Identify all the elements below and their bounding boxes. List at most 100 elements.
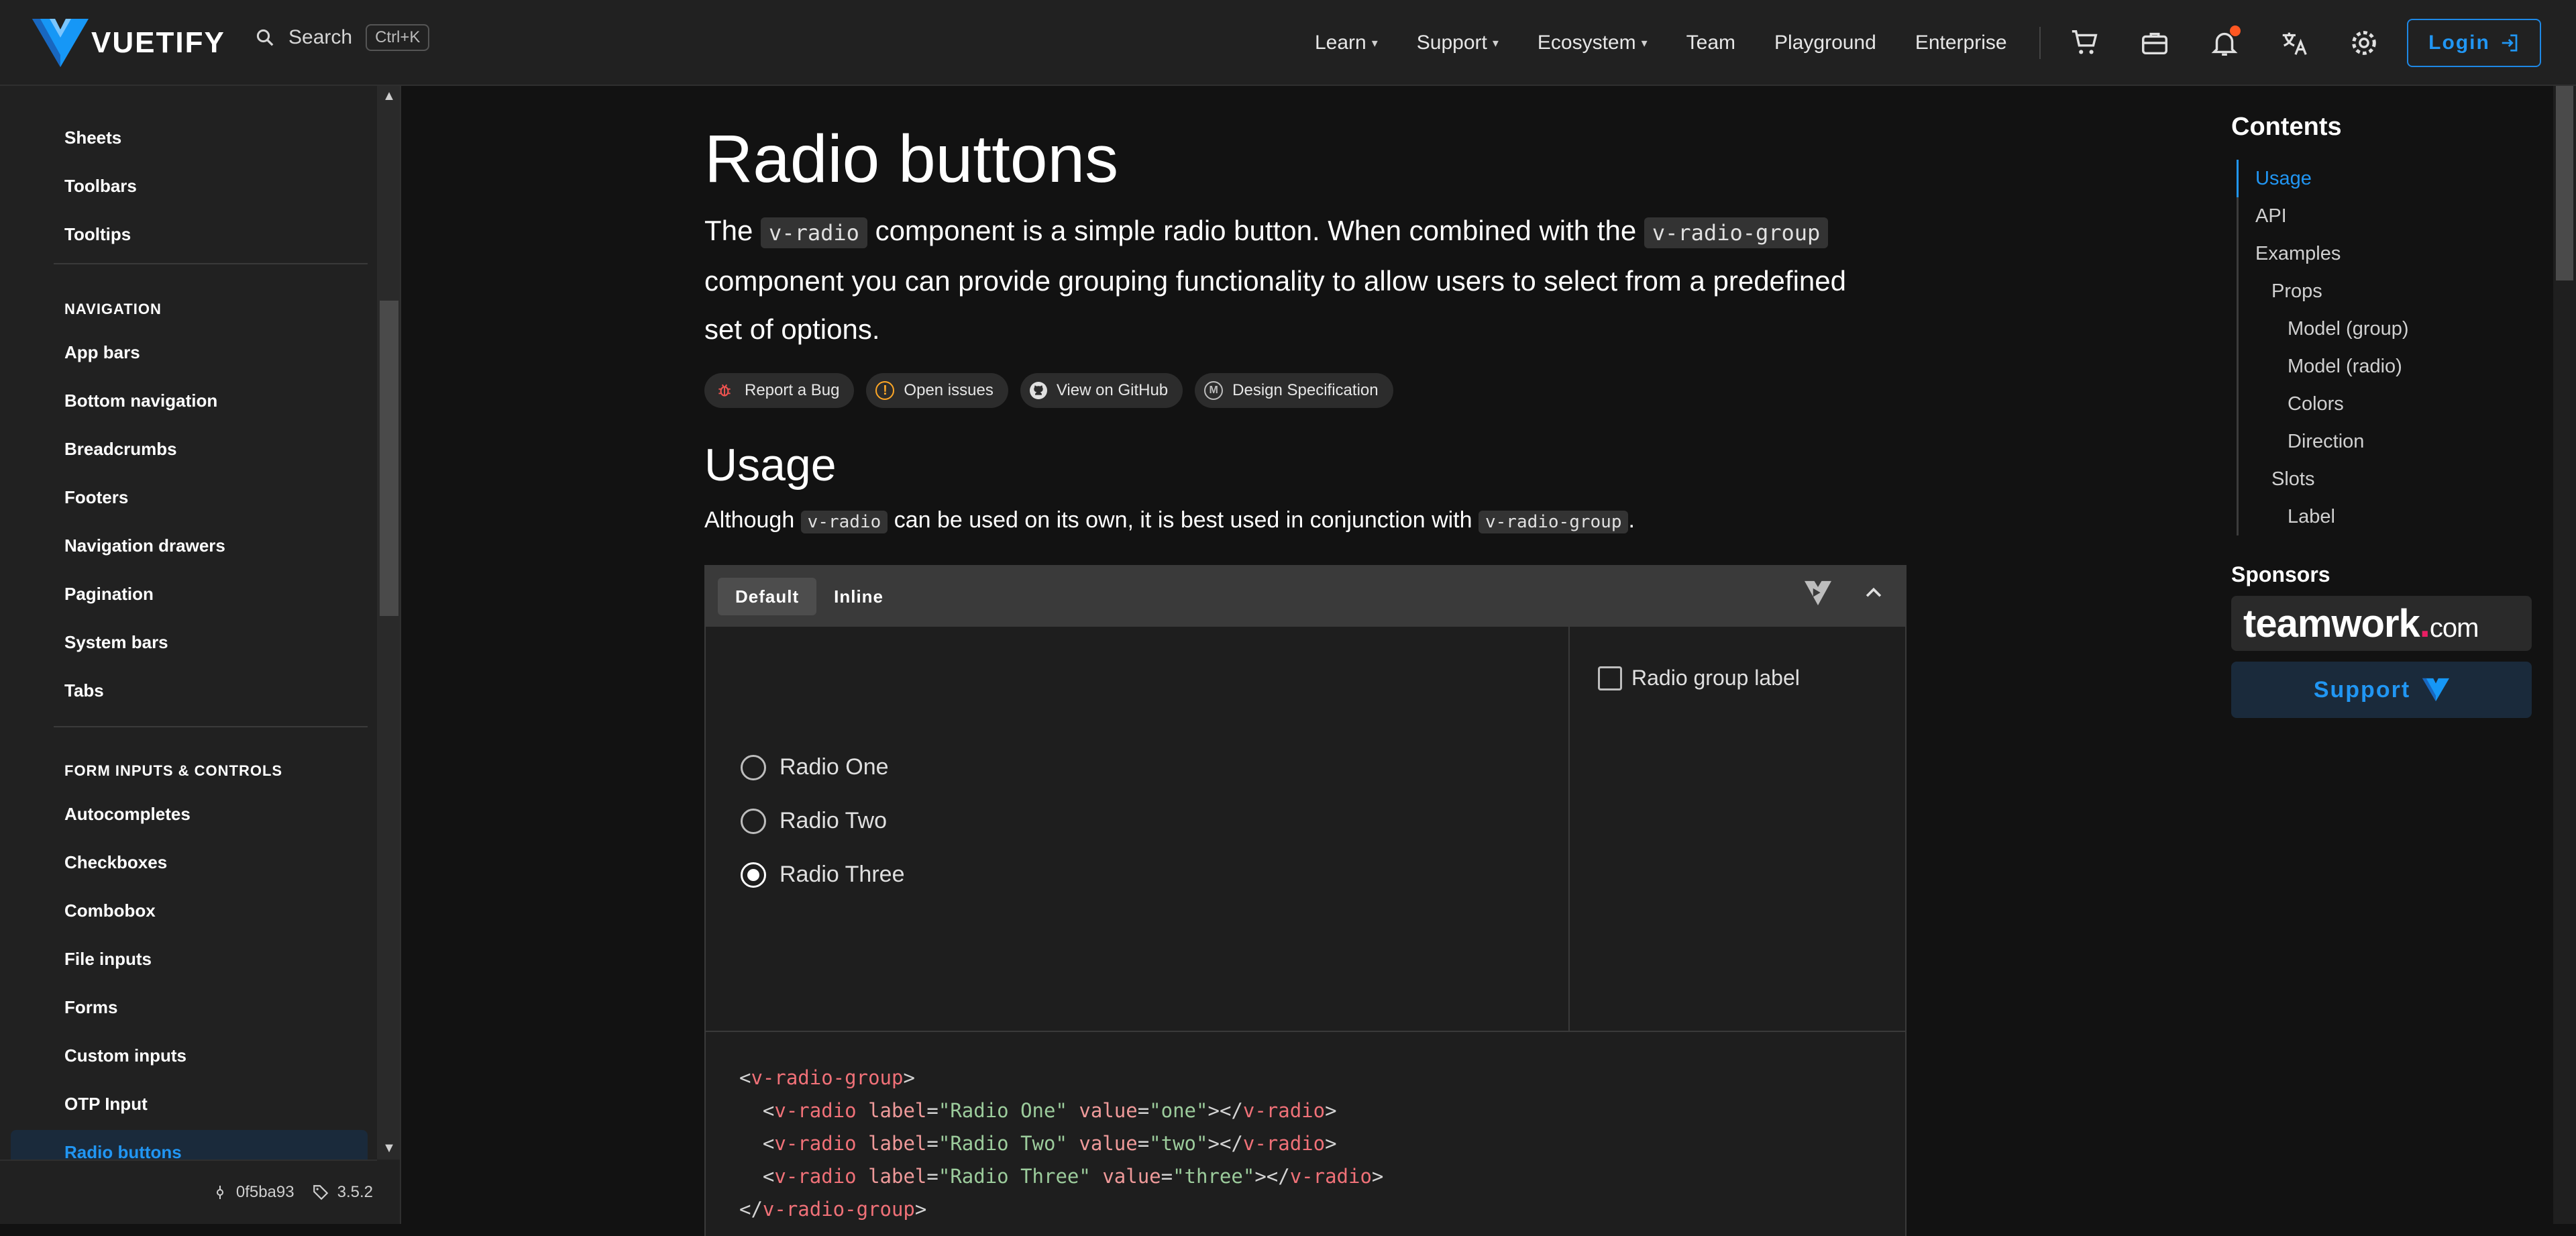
sidebar-item-system-bars[interactable]: System bars: [64, 632, 168, 653]
search-button[interactable]: Search Ctrl+K: [255, 24, 430, 51]
alert-circle-icon: !: [875, 381, 895, 400]
sidebar-scroll-thumb[interactable]: [380, 301, 398, 616]
radio-unchecked-icon: [741, 754, 766, 780]
radio-two[interactable]: Radio Two: [741, 808, 887, 834]
inline-code: v-radio: [761, 217, 867, 248]
code-tag: v-radio: [774, 1165, 857, 1188]
sponsor-name: teamwork: [2243, 601, 2420, 646]
main-nav: Learn ▾ Support ▾ Ecosystem ▾ Team Playgrou…: [1315, 0, 2050, 86]
sidebar-scrollbar[interactable]: [377, 86, 400, 1160]
sidebar-heading-navigation: NAVIGATION: [64, 301, 162, 317]
chevron-up-icon[interactable]: [1862, 582, 1885, 605]
code-line: <v-radio-group>: [739, 1066, 915, 1089]
demo-options: Radio group label: [1571, 627, 1905, 1031]
github-chip[interactable]: View on GitHub: [1020, 373, 1183, 408]
usage-heading: Usage: [704, 440, 837, 491]
nav-learn-label: Learn: [1315, 32, 1366, 54]
nav-ecosystem[interactable]: Ecosystem ▾: [1538, 32, 1648, 54]
sidebar-item-checkboxes[interactable]: Checkboxes: [64, 852, 167, 873]
tag-icon: [313, 1185, 328, 1200]
vuetify-logo[interactable]: VUETIFY: [32, 19, 225, 67]
toc-item-usage[interactable]: Usage: [2255, 168, 2312, 190]
scroll-up-arrow-icon[interactable]: ▲: [380, 89, 398, 104]
sidebar-item-app-bars[interactable]: App bars: [64, 342, 140, 363]
sidebar-item-tooltips[interactable]: Tooltips: [64, 224, 131, 245]
toc-item-label[interactable]: Label: [2288, 506, 2335, 528]
notification-dot: [2230, 25, 2241, 36]
sidebar-item-toolbars[interactable]: Toolbars: [64, 176, 137, 197]
support-button[interactable]: Support: [2231, 662, 2532, 718]
toc-item-props[interactable]: Props: [2271, 280, 2322, 303]
open-issues-chip[interactable]: ! Open issues: [866, 373, 1008, 408]
login-button[interactable]: Login: [2407, 19, 2541, 67]
sidebar-item-sheets[interactable]: Sheets: [64, 127, 121, 148]
version-link[interactable]: 3.5.2: [312, 1183, 373, 1202]
nav-playground-label: Playground: [1774, 32, 1876, 54]
logo-text: VUETIFY: [91, 26, 225, 59]
sidebar-item-navigation-drawers[interactable]: Navigation drawers: [64, 535, 225, 556]
search-shortcut: Ctrl+K: [366, 24, 430, 51]
briefcase-icon[interactable]: [2136, 24, 2174, 62]
toc-item-examples[interactable]: Examples: [2255, 243, 2341, 265]
toc-item-model-radio[interactable]: Model (radio): [2288, 356, 2402, 378]
nav-team[interactable]: Team: [1686, 32, 1735, 54]
toc-item-model-group[interactable]: Model (group): [2288, 318, 2409, 340]
page-scroll-thumb[interactable]: [2556, 86, 2573, 280]
chip-label: Open issues: [904, 381, 994, 399]
sidebar-item-breadcrumbs[interactable]: Breadcrumbs: [64, 439, 177, 460]
sponsors-title: Sponsors: [2231, 562, 2330, 586]
gear-icon[interactable]: [2345, 24, 2383, 62]
toc-item-direction[interactable]: Direction: [2288, 431, 2364, 453]
code-string: "Radio One": [938, 1099, 1067, 1122]
nav-playground[interactable]: Playground: [1774, 32, 1876, 54]
git-commit-icon: [216, 1186, 223, 1199]
sidebar-item-file-inputs[interactable]: File inputs: [64, 949, 152, 970]
vuetify-play-icon[interactable]: [1803, 580, 1833, 607]
commit-link[interactable]: 0f5ba93: [212, 1183, 294, 1202]
toc-item-slots[interactable]: Slots: [2271, 468, 2314, 491]
translate-icon[interactable]: [2275, 24, 2313, 62]
demo-tools: [1803, 580, 1885, 607]
radio-three[interactable]: Radio Three: [741, 862, 905, 888]
sidebar-item-pagination[interactable]: Pagination: [64, 584, 154, 605]
sidebar-item-forms[interactable]: Forms: [64, 997, 117, 1018]
toc-item-colors[interactable]: Colors: [2288, 393, 2344, 415]
nav-team-label: Team: [1686, 32, 1736, 54]
option-label: Radio group label: [1631, 666, 1800, 690]
code-string: "three": [1173, 1165, 1255, 1188]
nav-learn[interactable]: Learn ▾: [1315, 32, 1378, 54]
nav-enterprise-label: Enterprise: [1915, 32, 2007, 54]
sidebar-item-combobox[interactable]: Combobox: [64, 900, 156, 921]
radio-group-label-option[interactable]: Radio group label: [1598, 666, 1800, 690]
radio-checked-icon: [741, 862, 766, 888]
code-block: <v-radio-group> <v-radio label="Radio On…: [706, 1031, 1905, 1236]
cart-icon[interactable]: [2066, 24, 2104, 62]
tab-inline[interactable]: Inline: [816, 578, 901, 615]
code-string: "Radio Three": [938, 1165, 1091, 1188]
code-tag: v-radio: [1289, 1165, 1372, 1188]
sidebar-item-footers[interactable]: Footers: [64, 487, 128, 508]
nav-support[interactable]: Support ▾: [1417, 32, 1499, 54]
report-bug-chip[interactable]: Report a Bug: [704, 373, 855, 408]
toc-item-api[interactable]: API: [2255, 205, 2287, 227]
radio-one[interactable]: Radio One: [741, 754, 889, 780]
nav-enterprise[interactable]: Enterprise: [1915, 32, 2007, 54]
sidebar-item-custom-inputs[interactable]: Custom inputs: [64, 1045, 186, 1066]
bell-icon[interactable]: [2206, 24, 2243, 62]
teamwork-logo: teamwork.com: [2243, 601, 2479, 646]
scroll-down-arrow-icon[interactable]: ▼: [380, 1141, 398, 1156]
search-icon: [256, 29, 274, 46]
tab-default[interactable]: Default: [718, 578, 817, 615]
design-spec-chip[interactable]: M Design Specification: [1195, 373, 1393, 408]
sidebar-item-bottom-navigation[interactable]: Bottom navigation: [64, 391, 217, 411]
code-string: "one": [1149, 1099, 1208, 1122]
sidebar-item-tabs[interactable]: Tabs: [64, 680, 104, 701]
nav-ecosystem-label: Ecosystem: [1537, 32, 1636, 54]
code-attr: label: [868, 1132, 927, 1155]
toolbar-icons: [2066, 24, 2383, 62]
sidebar-item-autocompletes[interactable]: Autocompletes: [64, 804, 191, 825]
sponsor-teamwork[interactable]: teamwork.com: [2231, 596, 2532, 651]
sidebar-footer: 0f5ba93 3.5.2: [0, 1160, 377, 1224]
sidebar-item-otp-input[interactable]: OTP Input: [64, 1094, 148, 1115]
code-tag: v-radio: [774, 1132, 857, 1155]
